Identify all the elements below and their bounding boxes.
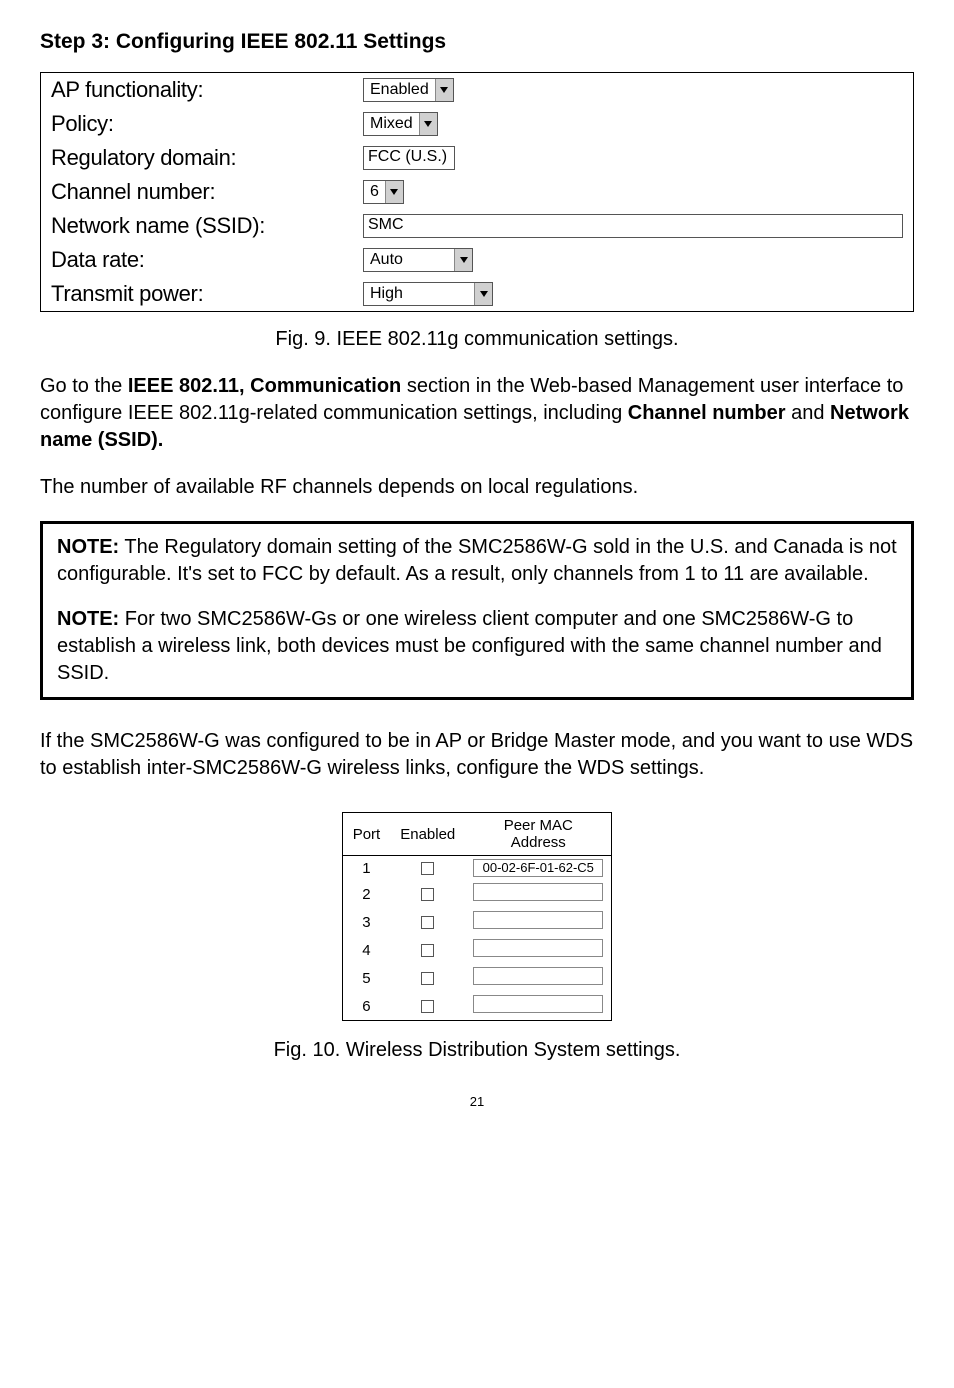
note-label: NOTE: <box>57 608 119 630</box>
text-fragment: and <box>786 402 830 424</box>
enabled-cell <box>390 880 465 908</box>
note-1: NOTE: The Regulatory domain setting of t… <box>57 534 897 588</box>
enabled-checkbox[interactable] <box>421 972 434 985</box>
note-box: NOTE: The Regulatory domain setting of t… <box>40 521 914 700</box>
mac-address-input[interactable] <box>473 995 603 1013</box>
setting-value-cell: High <box>353 277 914 312</box>
mac-cell <box>465 936 612 964</box>
dropdown-value: High <box>364 285 474 303</box>
setting-label: Network name (SSID): <box>41 209 354 243</box>
dropdown-value: Mixed <box>364 115 419 133</box>
wds-table: Port Enabled Peer MAC Address 1 00-02-6F-… <box>342 812 613 1021</box>
wds-header-mac: Peer MAC Address <box>465 813 612 856</box>
mac-address-input[interactable] <box>473 911 603 929</box>
text-input[interactable]: FCC (U.S.) <box>363 146 455 170</box>
mac-cell <box>465 964 612 992</box>
step-title: Step 3: Configuring IEEE 802.11 Settings <box>40 30 914 54</box>
table-row: 2 <box>342 880 612 908</box>
port-number: 5 <box>342 964 390 992</box>
chevron-down-icon <box>419 113 437 135</box>
mac-cell <box>465 880 612 908</box>
table-row: 3 <box>342 908 612 936</box>
page-number: 21 <box>40 1094 914 1109</box>
setting-value-cell: FCC (U.S.) <box>353 141 914 175</box>
chevron-down-icon <box>385 181 403 203</box>
note-text: The Regulatory domain setting of the SMC… <box>57 536 897 585</box>
paragraph-2: The number of available RF channels depe… <box>40 474 914 501</box>
enabled-cell <box>390 908 465 936</box>
enabled-cell <box>390 964 465 992</box>
port-number: 2 <box>342 880 390 908</box>
port-number: 6 <box>342 992 390 1021</box>
setting-label: Data rate: <box>41 243 354 277</box>
text-bold: Channel number <box>628 402 786 424</box>
table-row: 6 <box>342 992 612 1021</box>
mac-address-input[interactable] <box>473 967 603 985</box>
enabled-checkbox[interactable] <box>421 916 434 929</box>
figure-9-caption: Fig. 9. IEEE 802.11g communication setti… <box>40 328 914 351</box>
dropdown-value: 6 <box>364 183 385 201</box>
setting-value-cell: Enabled <box>353 73 914 108</box>
setting-value-cell: SMC <box>353 209 914 243</box>
setting-value-cell: 6 <box>353 175 914 209</box>
mac-cell <box>465 908 612 936</box>
wds-header-port: Port <box>342 813 390 856</box>
dropdown[interactable]: 6 <box>363 180 404 204</box>
chevron-down-icon <box>454 249 472 271</box>
mac-cell <box>465 992 612 1021</box>
enabled-cell <box>390 856 465 881</box>
enabled-cell <box>390 992 465 1021</box>
enabled-checkbox[interactable] <box>421 944 434 957</box>
setting-label: AP functionality: <box>41 73 354 108</box>
chevron-down-icon <box>474 283 492 305</box>
enabled-checkbox[interactable] <box>421 1000 434 1013</box>
dropdown-value: Enabled <box>364 81 435 99</box>
table-row: 4 <box>342 936 612 964</box>
port-number: 4 <box>342 936 390 964</box>
port-number: 1 <box>342 856 390 881</box>
note-label: NOTE: <box>57 536 119 558</box>
text-bold: IEEE 802.11, Communication <box>128 375 401 397</box>
table-row: 5 <box>342 964 612 992</box>
dropdown-value: Auto <box>364 251 454 269</box>
port-number: 3 <box>342 908 390 936</box>
setting-label: Channel number: <box>41 175 354 209</box>
enabled-cell <box>390 936 465 964</box>
chevron-down-icon <box>435 79 453 101</box>
setting-label: Regulatory domain: <box>41 141 354 175</box>
note-text: For two SMC2586W-Gs or one wireless clie… <box>57 608 882 684</box>
dropdown[interactable]: Auto <box>363 248 473 272</box>
enabled-checkbox[interactable] <box>421 888 434 901</box>
dropdown[interactable]: High <box>363 282 493 306</box>
ieee-settings-table: AP functionality: Enabled Policy: Mixed Regu… <box>40 72 914 312</box>
setting-label: Policy: <box>41 107 354 141</box>
mac-cell: 00-02-6F-01-62-C5 <box>465 856 612 881</box>
setting-label: Transmit power: <box>41 277 354 312</box>
mac-address-input[interactable]: 00-02-6F-01-62-C5 <box>473 859 603 877</box>
dropdown[interactable]: Mixed <box>363 112 438 136</box>
paragraph-3: If the SMC2586W-G was configured to be i… <box>40 728 914 782</box>
mac-address-input[interactable] <box>473 883 603 901</box>
setting-value-cell: Auto <box>353 243 914 277</box>
setting-value-cell: Mixed <box>353 107 914 141</box>
paragraph-1: Go to the IEEE 802.11, Communication sec… <box>40 373 914 454</box>
text-input[interactable]: SMC <box>363 214 903 238</box>
figure-10-caption: Fig. 10. Wireless Distribution System se… <box>40 1039 914 1062</box>
text-fragment: Go to the <box>40 375 128 397</box>
dropdown[interactable]: Enabled <box>363 78 454 102</box>
mac-address-input[interactable] <box>473 939 603 957</box>
table-row: 1 00-02-6F-01-62-C5 <box>342 856 612 881</box>
wds-header-enabled: Enabled <box>390 813 465 856</box>
enabled-checkbox[interactable] <box>421 862 434 875</box>
note-2: NOTE: For two SMC2586W-Gs or one wireles… <box>57 606 897 687</box>
